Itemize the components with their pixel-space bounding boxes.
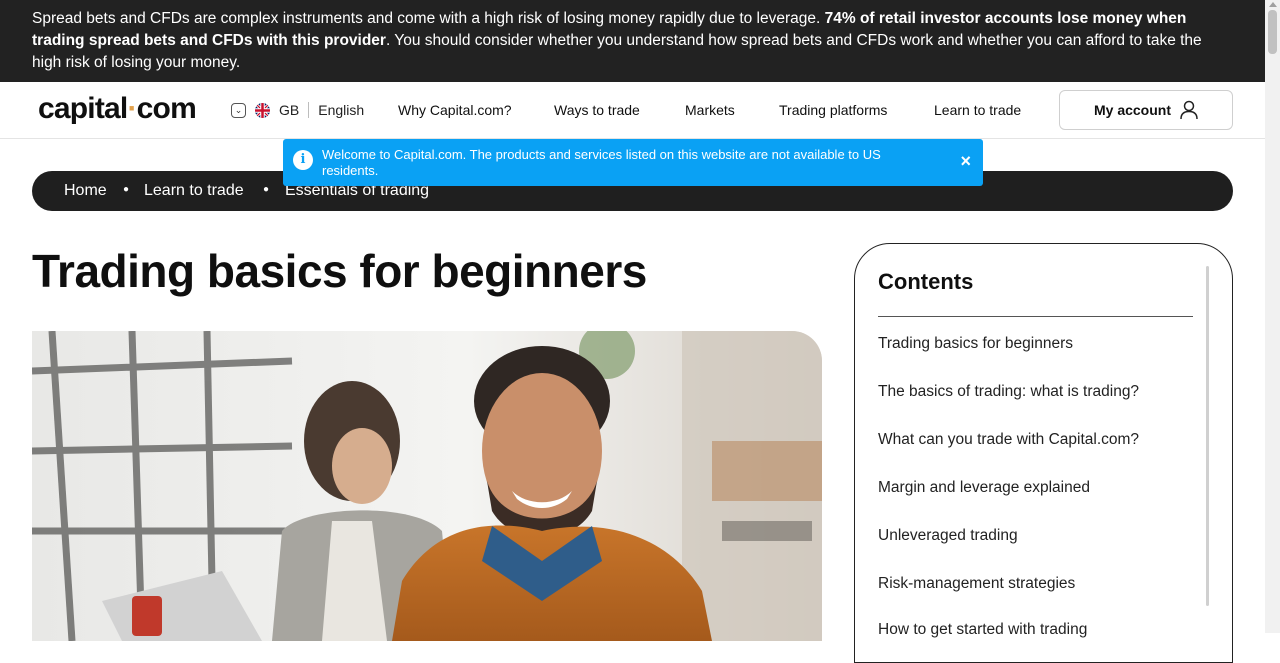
my-account-label: My account — [1093, 102, 1171, 118]
breadcrumb-separator: ● — [263, 184, 270, 195]
us-residents-notice: i Welcome to Capital.com. The products a… — [283, 139, 983, 186]
nav-why-capital[interactable]: Why Capital.com? — [398, 102, 512, 118]
scroll-up-arrow-icon[interactable] — [1269, 2, 1277, 7]
nav-ways-to-trade[interactable]: Ways to trade — [554, 102, 640, 118]
uk-flag-icon — [255, 102, 270, 118]
info-icon: i — [293, 150, 313, 170]
divider — [308, 102, 310, 118]
contents-item[interactable]: Margin and leverage explained — [878, 479, 1090, 497]
contents-item[interactable]: Unleveraged trading — [878, 527, 1018, 545]
table-of-contents: Contents Trading basics for beginners Th… — [854, 243, 1233, 663]
region-code: GB — [279, 102, 300, 118]
contents-scrollbar[interactable] — [1206, 266, 1209, 606]
language-selector[interactable]: ⌄ GB English — [231, 101, 364, 119]
contents-item[interactable]: What can you trade with Capital.com? — [878, 431, 1139, 449]
breadcrumb-home[interactable]: Home — [64, 182, 107, 200]
contents-item[interactable]: Risk-management strategies — [878, 575, 1075, 593]
logo-dot: · — [127, 92, 137, 125]
contents-title: Contents — [878, 269, 974, 294]
nav-learn-to-trade[interactable]: Learn to trade — [934, 102, 1021, 118]
contents-item[interactable]: How to get started with trading — [878, 621, 1087, 639]
scrollbar-thumb[interactable] — [1268, 10, 1277, 54]
page-scrollbar[interactable] — [1265, 0, 1280, 633]
contents-divider — [878, 316, 1193, 317]
user-icon — [1180, 100, 1198, 120]
page-title: Trading basics for beginners — [32, 245, 647, 297]
hero-image — [32, 331, 822, 641]
logo-text-right: com — [136, 92, 197, 125]
risk-warning-text: Spread bets and CFDs are complex instrum… — [32, 10, 825, 27]
risk-warning-banner: Spread bets and CFDs are complex instrum… — [0, 0, 1265, 82]
breadcrumb-learn-to-trade[interactable]: Learn to trade — [144, 182, 244, 200]
logo-text-left: capital — [38, 92, 128, 125]
logo[interactable]: capital·com — [38, 92, 197, 126]
nav-trading-platforms[interactable]: Trading platforms — [779, 102, 887, 118]
site-header: capital·com ⌄ GB English Why Capital.com… — [0, 82, 1265, 139]
close-icon[interactable]: × — [960, 152, 971, 170]
contents-item[interactable]: The basics of trading: what is trading? — [878, 383, 1139, 401]
breadcrumb-separator: ● — [123, 184, 130, 195]
hero-photo-illustration — [32, 331, 822, 641]
my-account-button[interactable]: My account — [1059, 90, 1233, 130]
chevron-down-icon: ⌄ — [231, 102, 246, 118]
notice-text: Welcome to Capital.com. The products and… — [322, 147, 881, 178]
contents-item[interactable]: Trading basics for beginners — [878, 335, 1073, 353]
language-label: English — [318, 102, 365, 118]
nav-markets[interactable]: Markets — [685, 102, 735, 118]
